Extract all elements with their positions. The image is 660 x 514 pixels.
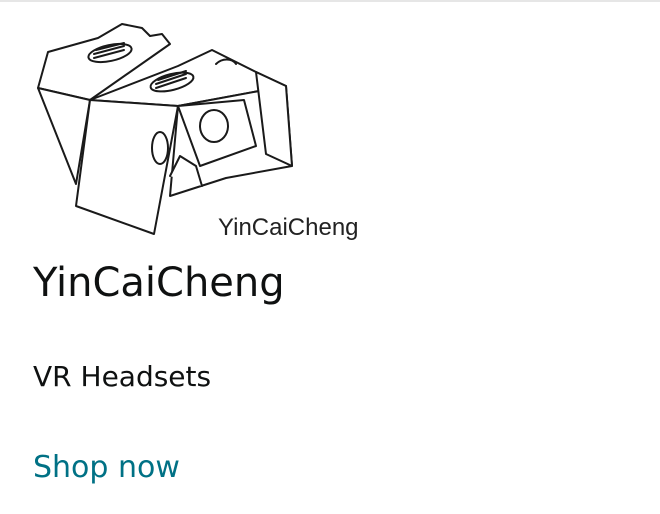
brand-logo[interactable]: YinCaiCheng bbox=[30, 16, 380, 246]
shop-now-link[interactable]: Shop now bbox=[33, 450, 180, 485]
logo-caption: YinCaiCheng bbox=[218, 214, 359, 241]
category-label: VR Headsets bbox=[33, 360, 212, 393]
vr-headset-icon bbox=[37, 23, 293, 235]
brand-name[interactable]: YinCaiCheng bbox=[33, 260, 285, 306]
brand-card: YinCaiCheng YinCaiCheng VR Headsets Shop… bbox=[0, 0, 660, 514]
